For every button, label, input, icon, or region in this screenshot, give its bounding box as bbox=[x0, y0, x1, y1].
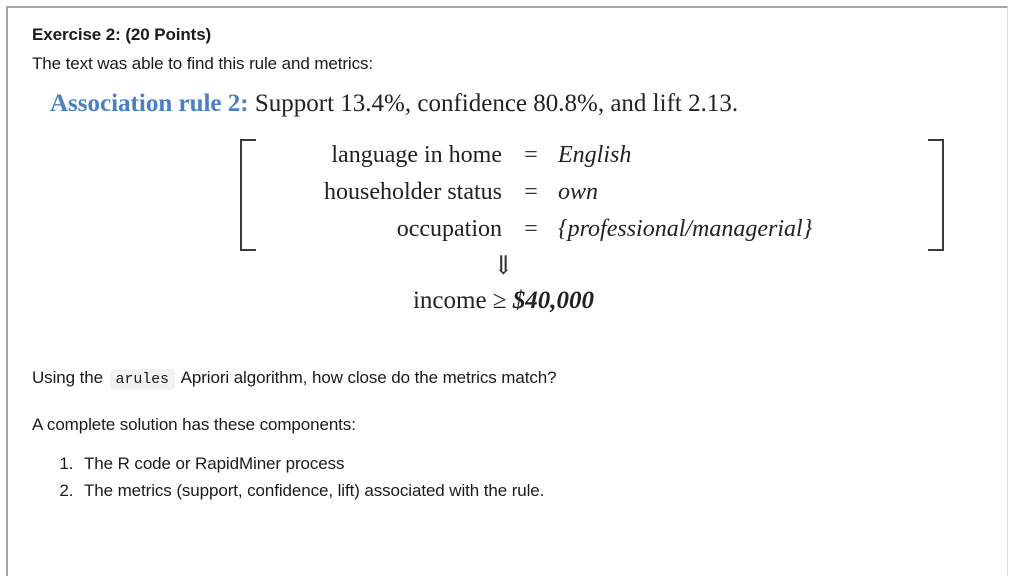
antecedent-value: English bbox=[558, 142, 632, 169]
antecedent-key: occupation bbox=[396, 216, 502, 243]
arules-code-token: arules bbox=[109, 369, 175, 391]
consequent-operator: ≥ bbox=[492, 287, 507, 315]
question-suffix: Apriori algorithm, how close do the metr… bbox=[180, 368, 557, 388]
consequent-attribute: income bbox=[412, 287, 487, 315]
document-frame: Exercise 2: (20 Points) The text was abl… bbox=[6, 6, 1008, 576]
components-list: The R code or RapidMiner process The met… bbox=[32, 450, 985, 505]
antecedent-key: language in home bbox=[331, 142, 502, 169]
rule-label: Association rule 2: bbox=[50, 90, 249, 118]
antecedent-rows: language in home = English householder s… bbox=[240, 137, 812, 248]
antecedent-matrix: language in home = English householder s… bbox=[32, 133, 985, 252]
antecedent-key: householder status bbox=[324, 179, 502, 206]
antecedent-value: {professional/managerial} bbox=[558, 216, 813, 243]
question-prefix: Using the bbox=[32, 368, 103, 388]
document-content: Exercise 2: (20 Points) The text was abl… bbox=[8, 8, 1007, 576]
double-down-arrow-icon: ⇓ bbox=[492, 251, 515, 281]
consequent-expression: income ≥ $40,000 bbox=[22, 287, 985, 315]
page-title: Exercise 2: (20 Points) bbox=[32, 25, 212, 44]
question-paragraph: Using the arules Apriori algorithm, how … bbox=[32, 367, 985, 391]
intro-paragraph: The text was able to find this rule and … bbox=[32, 54, 374, 74]
antecedent-operator: = bbox=[524, 142, 538, 169]
antecedent-operator: = bbox=[524, 179, 538, 206]
list-item: The metrics (support, confidence, lift) … bbox=[78, 477, 985, 505]
antecedent-operator: = bbox=[524, 216, 538, 243]
list-item: The R code or RapidMiner process bbox=[78, 450, 985, 478]
rule-headline: Association rule 2: Support 13.4%, confi… bbox=[32, 89, 985, 119]
association-rule-block: Association rule 2: Support 13.4%, confi… bbox=[32, 89, 985, 315]
components-intro: A complete solution has these components… bbox=[32, 414, 356, 434]
right-bracket-icon bbox=[928, 139, 944, 252]
consequent-amount: $40,000 bbox=[512, 287, 595, 315]
antecedent-value: own bbox=[558, 179, 599, 206]
rule-metrics: Support 13.4%, confidence 80.8%, and lif… bbox=[254, 90, 739, 118]
